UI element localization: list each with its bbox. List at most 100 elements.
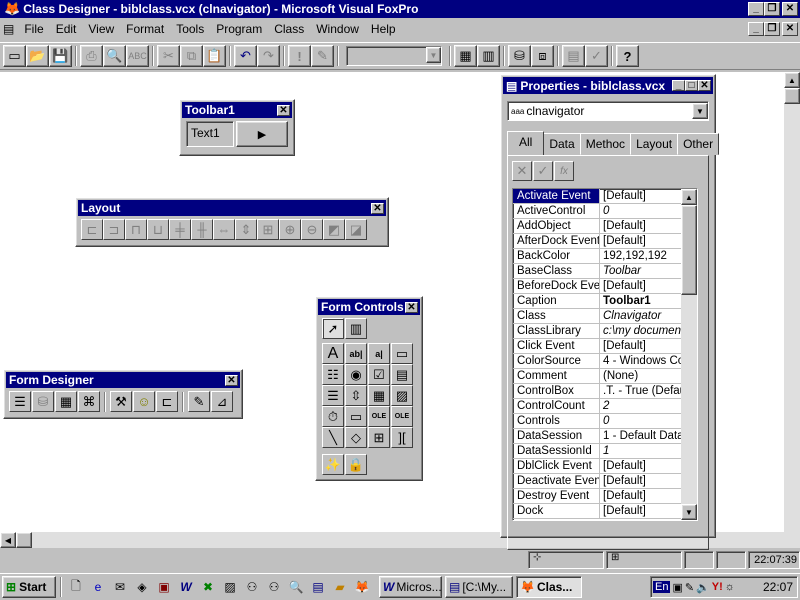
scroll-thumb[interactable]: [784, 88, 800, 104]
code-window-icon[interactable]: ⌘: [78, 391, 100, 412]
properties-window[interactable]: ▤ Properties - biblclass.vcx _ □ ✕ aaa c…: [500, 74, 720, 550]
folder-icon[interactable]: ▰: [331, 578, 349, 596]
show-desktop-icon[interactable]: 🗋: [67, 578, 85, 596]
property-value[interactable]: [Default]: [600, 504, 681, 518]
explorer-icon[interactable]: ⚇: [265, 578, 283, 596]
command-button-icon[interactable]: ▭: [391, 343, 413, 364]
property-row[interactable]: DataSessionId 1: [513, 444, 681, 459]
property-row[interactable]: Dock [Default]: [513, 504, 681, 519]
form-controls-toolbar-icon[interactable]: ⚒: [110, 391, 132, 412]
doc-restore-button[interactable]: ❐: [764, 22, 780, 36]
layout-titlebar[interactable]: Layout ✕: [78, 200, 386, 216]
property-value[interactable]: 2: [600, 399, 681, 413]
property-row[interactable]: ClassLibrary c:\my document: [513, 324, 681, 339]
tray-app-icon[interactable]: ☼: [725, 581, 735, 593]
view-icon[interactable]: ▤: [562, 45, 585, 67]
document-icon[interactable]: ▤: [3, 22, 14, 36]
task-foxpro[interactable]: 🦊 Clas...: [516, 576, 582, 598]
ole-bound-icon[interactable]: OLE: [391, 406, 413, 427]
function-icon[interactable]: fx: [554, 161, 574, 181]
wizard-icon[interactable]: ✓: [585, 45, 608, 67]
word-icon[interactable]: W: [177, 578, 195, 596]
property-value[interactable]: Clnavigator: [600, 309, 681, 323]
menu-edit[interactable]: Edit: [50, 20, 83, 38]
property-row[interactable]: DblClick Event [Default]: [513, 459, 681, 474]
shape-icon[interactable]: ◇: [345, 427, 367, 448]
bring-to-front-icon[interactable]: ◩: [323, 219, 345, 240]
close-icon[interactable]: ✕: [277, 104, 290, 116]
property-row[interactable]: Class Clnavigator: [513, 309, 681, 324]
text1-field[interactable]: Text1: [186, 121, 234, 147]
grid-icon[interactable]: ▦: [368, 385, 390, 406]
network-icon[interactable]: ⚇: [243, 578, 261, 596]
combobox-icon[interactable]: ▤: [391, 364, 413, 385]
volume-icon[interactable]: 🔈: [696, 581, 710, 594]
property-value[interactable]: 0: [600, 414, 681, 428]
foxpro-icon[interactable]: 🦊: [353, 578, 371, 596]
print-preview-icon[interactable]: 🔍: [103, 45, 126, 67]
property-value[interactable]: [Default]: [600, 189, 681, 203]
set-tab-order-icon[interactable]: ☰: [9, 391, 31, 412]
close-icon[interactable]: ✕: [405, 301, 418, 313]
property-row[interactable]: AfterDock Event [Default]: [513, 234, 681, 249]
paste-icon[interactable]: 📋: [203, 45, 226, 67]
modify-form-icon[interactable]: ✎: [311, 45, 334, 67]
builder-lock-icon[interactable]: ✨: [322, 454, 344, 475]
task-word[interactable]: W Micros...: [379, 576, 442, 598]
menu-format[interactable]: Format: [120, 20, 170, 38]
property-row[interactable]: BackColor 192,192,192: [513, 249, 681, 264]
align-vcenter-icon[interactable]: ╪: [169, 219, 191, 240]
align-left-icon[interactable]: ⊏: [81, 219, 103, 240]
checkbox-icon[interactable]: ☑: [368, 364, 390, 385]
accept-icon[interactable]: ✓: [533, 161, 553, 181]
object-selector[interactable]: aaa clnavigator ▼: [507, 101, 709, 121]
cut-icon[interactable]: ✂: [157, 45, 180, 67]
same-height-icon[interactable]: ⇕: [235, 219, 257, 240]
scroll-up-icon[interactable]: ▲: [784, 72, 800, 88]
spelling-icon[interactable]: ABC: [126, 45, 149, 67]
property-row[interactable]: ControlBox .T. - True (Defaul: [513, 384, 681, 399]
form-icon[interactable]: ▦: [454, 45, 477, 67]
access-icon[interactable]: ▣: [155, 578, 173, 596]
align-top-icon[interactable]: ⊓: [125, 219, 147, 240]
toolbar-combo[interactable]: ▼: [346, 46, 442, 66]
menu-class[interactable]: Class: [268, 20, 310, 38]
property-row[interactable]: AddObject [Default]: [513, 219, 681, 234]
color-palette-icon[interactable]: ☺: [133, 391, 155, 412]
minimize-button[interactable]: _: [748, 2, 764, 16]
property-row[interactable]: Deactivate Even [Default]: [513, 474, 681, 489]
property-value[interactable]: [Default]: [600, 234, 681, 248]
tab-methods[interactable]: Methoc: [579, 133, 632, 155]
tab-all[interactable]: All: [507, 131, 545, 155]
close-icon[interactable]: ✕: [371, 202, 384, 214]
property-row[interactable]: Activate Event [Default]: [513, 189, 681, 204]
menu-tools[interactable]: Tools: [170, 20, 210, 38]
toolbar1-window[interactable]: Toolbar1 ✕ Text1 ▶: [179, 99, 295, 156]
form-controls-toolbar[interactable]: Form Controls ✕ ➚ ▥ A ab| a| ▭ ☷ ◉ ☑ ▤ ☰…: [315, 296, 423, 481]
outlook-icon[interactable]: ✉: [111, 578, 129, 596]
property-value[interactable]: [Default]: [600, 459, 681, 473]
property-row[interactable]: Controls 0: [513, 414, 681, 429]
property-row[interactable]: Click Event [Default]: [513, 339, 681, 354]
editbox-icon[interactable]: a|: [368, 343, 390, 364]
redo-icon[interactable]: ↷: [257, 45, 280, 67]
form-controls-titlebar[interactable]: Form Controls ✕: [318, 299, 420, 315]
property-value[interactable]: Toolbar1: [600, 294, 681, 308]
pageframe-icon[interactable]: ▭: [345, 406, 367, 427]
excel-icon[interactable]: ✖: [199, 578, 217, 596]
separator-icon[interactable]: ][: [391, 427, 413, 448]
property-value[interactable]: .T. - True (Defaul: [600, 384, 681, 398]
property-value[interactable]: [Default]: [600, 489, 681, 503]
option-group-icon[interactable]: ◉: [345, 364, 367, 385]
close-icon[interactable]: ✕: [225, 374, 238, 386]
property-value[interactable]: [Default]: [600, 474, 681, 488]
property-row[interactable]: ColorSource4 - Windows Colo: [513, 354, 681, 369]
property-value[interactable]: (None): [600, 369, 681, 383]
property-value[interactable]: [Default]: [600, 339, 681, 353]
command-window-icon[interactable]: ⧈: [531, 45, 554, 67]
property-row[interactable]: BaseClass Toolbar: [513, 264, 681, 279]
align-hcenter-icon[interactable]: ╫: [191, 219, 213, 240]
form-designer-toolbar[interactable]: Form Designer ✕ ☰ ⛁ ▦ ⌘ ⚒ ☺ ⊏ ✎ ⊿: [3, 369, 243, 419]
property-value[interactable]: c:\my document: [600, 324, 681, 338]
property-value[interactable]: [Default]: [600, 219, 681, 233]
